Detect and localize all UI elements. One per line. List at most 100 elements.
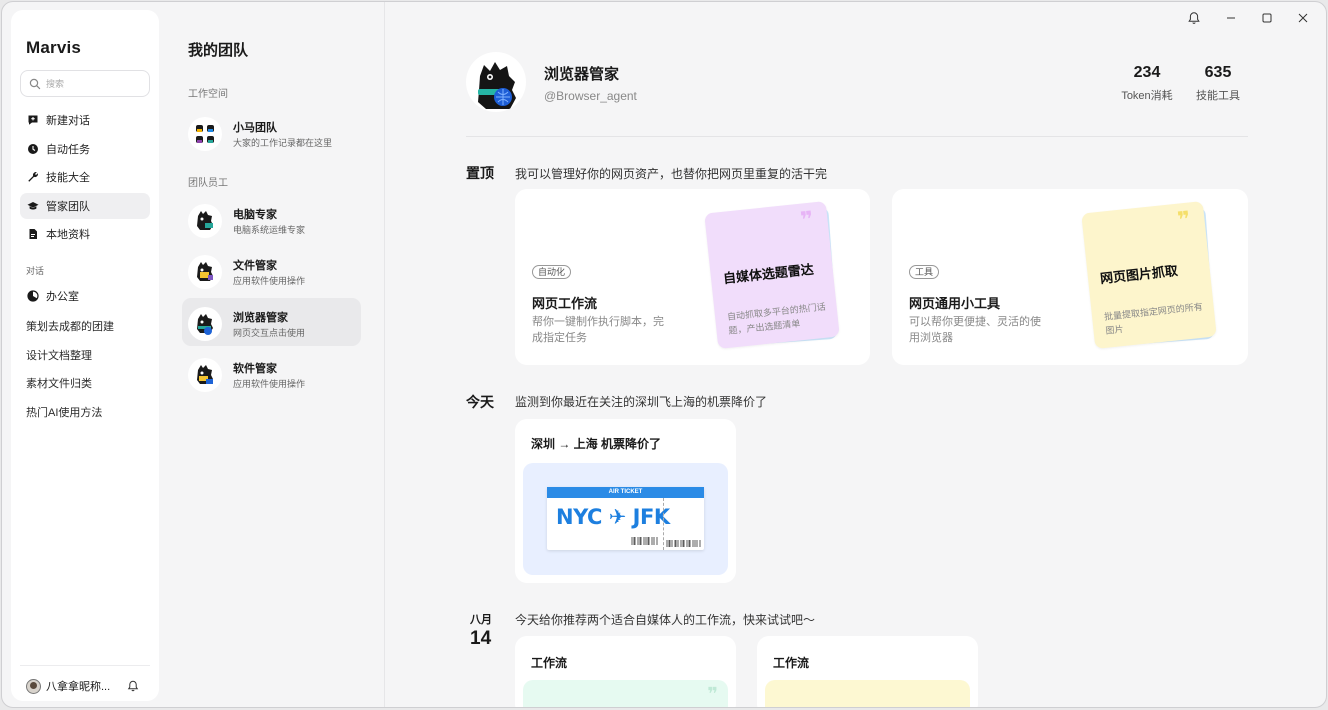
member-name: 电脑专家: [233, 209, 277, 221]
card-title: 深圳 → 上海 机票降价了: [531, 437, 662, 451]
today-desc: 监测到你最近在关注的深圳飞上海的机票降价了: [515, 395, 768, 409]
note-desc: 批量提取指定网页的所有图片: [1103, 301, 1204, 336]
ticket-perforation: [663, 498, 664, 550]
member-desc: 应用软件使用操作: [233, 379, 306, 389]
agent-handle: @Browser_agent: [544, 89, 637, 103]
member-name: 文件管家: [233, 260, 277, 272]
workspace-item[interactable]: 小马团队 大家的工作记录都在这里: [182, 108, 361, 156]
notification-bell-icon[interactable]: [1187, 11, 1201, 25]
today-heading: 今天: [466, 394, 494, 410]
conversation-item[interactable]: 设计文档整理: [26, 347, 92, 363]
nav-item-label: 本地资料: [46, 229, 90, 241]
nav-item-label: 管家团队: [46, 201, 90, 213]
note-title: 自媒体选题雷达: [722, 261, 815, 287]
pie-icon: [27, 290, 39, 302]
nav-item-new-chat[interactable]: 新建对话: [20, 107, 150, 133]
conversation-item[interactable]: 素材文件归类: [26, 375, 92, 391]
pinned-card-web-tools[interactable]: 工具 网页通用小工具 可以帮你更便捷、灵活的使用浏览器 ❞ 网页图片抓取 批量提…: [892, 189, 1248, 365]
workspace-heading: 工作空间: [188, 89, 228, 100]
quote-icon: ❞: [1176, 206, 1192, 233]
clock-icon: [28, 144, 38, 154]
nav-item-auto-tasks[interactable]: 自动任务: [20, 136, 150, 162]
conversation-item[interactable]: 策划去成都的团建: [26, 318, 114, 334]
ticket-route: NYC ✈ JFK: [556, 505, 670, 529]
workflow-preview: ❞: [523, 680, 728, 707]
nav-item-label: 自动任务: [46, 144, 90, 156]
nav-item-team[interactable]: 管家团队: [20, 193, 150, 219]
search-icon: [29, 78, 41, 90]
feature-note: ❞ 网页图片抓取 批量提取指定网页的所有图片: [1081, 200, 1217, 350]
workflow-card[interactable]: 工作流 ❞: [515, 636, 736, 707]
app-logo: Marvis: [26, 38, 82, 57]
document-icon: [29, 229, 37, 239]
minimize-icon[interactable]: [1224, 11, 1238, 25]
august-desc: 今天给你推荐两个适合自媒体人的工作流，快来试试吧～: [515, 613, 816, 627]
category-tag: 自动化: [532, 265, 572, 279]
staff-heading: 团队员工: [188, 178, 228, 189]
maximize-icon[interactable]: [1260, 11, 1274, 25]
agent-name: 浏览器管家: [544, 66, 620, 83]
member-avatar: [188, 358, 222, 392]
quote-icon: ❞: [707, 684, 718, 704]
barcode-icon: [666, 540, 701, 547]
member-desc: 应用软件使用操作: [233, 276, 306, 286]
member-name: 软件管家: [233, 363, 277, 375]
quote-icon: ❞: [799, 206, 815, 233]
card-title: 网页通用小工具: [909, 296, 1001, 311]
member-desc: 电脑系统运维专家: [233, 225, 306, 235]
search-box[interactable]: [20, 70, 150, 97]
team-panel: 我的团队 工作空间 小马团队 大家的工作记录都在这里 团队员工 电脑专家 电脑系…: [159, 2, 385, 707]
note-title: 网页图片抓取: [1099, 263, 1179, 287]
stat-skills: 635 技能工具: [1195, 64, 1241, 103]
category-tag: 工具: [909, 265, 940, 279]
conversation-item[interactable]: 热门AI使用方法: [26, 404, 102, 420]
stat-value: 635: [1204, 64, 1232, 81]
member-avatar: [188, 307, 222, 341]
team-member-file-manager[interactable]: 文件管家 应用软件使用操作: [182, 246, 361, 294]
wrench-icon: [28, 172, 38, 182]
nav-item-local-files[interactable]: 本地资料: [20, 221, 150, 247]
team-avatar: [188, 117, 222, 151]
team-member-software-manager[interactable]: 软件管家 应用软件使用操作: [182, 349, 361, 397]
card-title: 工作流: [531, 656, 568, 670]
notification-bell-icon[interactable]: [127, 680, 139, 692]
team-title: 我的团队: [188, 42, 249, 59]
card-title: 工作流: [773, 656, 810, 670]
conversation-item-office[interactable]: 办公室: [20, 283, 150, 309]
sidebar: Marvis 新建对话 自动任务 技能大全 管家团队 本地资料 对话: [11, 10, 159, 701]
app-window: Marvis 新建对话 自动任务 技能大全 管家团队 本地资料 对话: [1, 1, 1327, 708]
ticket-preview: AIR TICKET NYC ✈ JFK: [523, 463, 728, 575]
stat-value: 234: [1133, 64, 1161, 81]
note-desc: 自动抓取多平台的热门话题，产出选题清单: [726, 301, 827, 336]
workflow-card[interactable]: 工作流: [757, 636, 978, 707]
user-profile[interactable]: 八拿拿昵称...: [26, 678, 110, 694]
team-member-browser-manager[interactable]: 浏览器管家 网页交互点击使用: [182, 298, 361, 346]
stat-token: 234 Token消耗: [1119, 64, 1175, 103]
member-desc: 网页交互点击使用: [233, 328, 306, 338]
nav-item-label: 新建对话: [46, 115, 90, 127]
conversation-label: 办公室: [46, 291, 79, 303]
team-member-computer-expert[interactable]: 电脑专家 电脑系统运维专家: [182, 195, 361, 243]
flight-alert-card[interactable]: 深圳 → 上海 机票降价了 AIR TICKET NYC ✈ JFK: [515, 419, 736, 583]
pinned-card-web-workflow[interactable]: 自动化 网页工作流 帮你一键制作执行脚本，完成指定任务 ❞ 自媒体选题雷达 自动…: [515, 189, 870, 365]
avatar: [26, 678, 41, 694]
ticket-header: AIR TICKET: [547, 487, 704, 498]
sidebar-divider: [20, 665, 150, 666]
air-ticket: AIR TICKET NYC ✈ JFK: [547, 487, 704, 550]
nav-item-skills[interactable]: 技能大全: [20, 164, 150, 190]
pinned-desc: 我可以管理好你的网页资产，也替你把网页里重复的活干完: [515, 167, 828, 181]
feature-note: ❞ 自媒体选题雷达 自动抓取多平台的热门话题，产出选题清单: [704, 200, 840, 350]
stat-label: Token消耗: [1121, 90, 1173, 102]
card-desc: 可以帮你更便捷、灵活的使用浏览器: [909, 316, 1041, 344]
member-avatar: [188, 204, 222, 238]
workspace-name: 小马团队: [233, 122, 277, 134]
stat-label: 技能工具: [1196, 90, 1240, 102]
header-divider: [466, 136, 1248, 137]
user-name: 八拿拿昵称...: [46, 681, 111, 693]
conversations-heading: 对话: [26, 266, 45, 276]
close-icon[interactable]: [1296, 11, 1310, 25]
search-input[interactable]: [46, 75, 146, 93]
date-month: 八月: [470, 614, 492, 626]
agent-avatar: [466, 52, 526, 112]
nav-item-label: 技能大全: [46, 172, 90, 184]
